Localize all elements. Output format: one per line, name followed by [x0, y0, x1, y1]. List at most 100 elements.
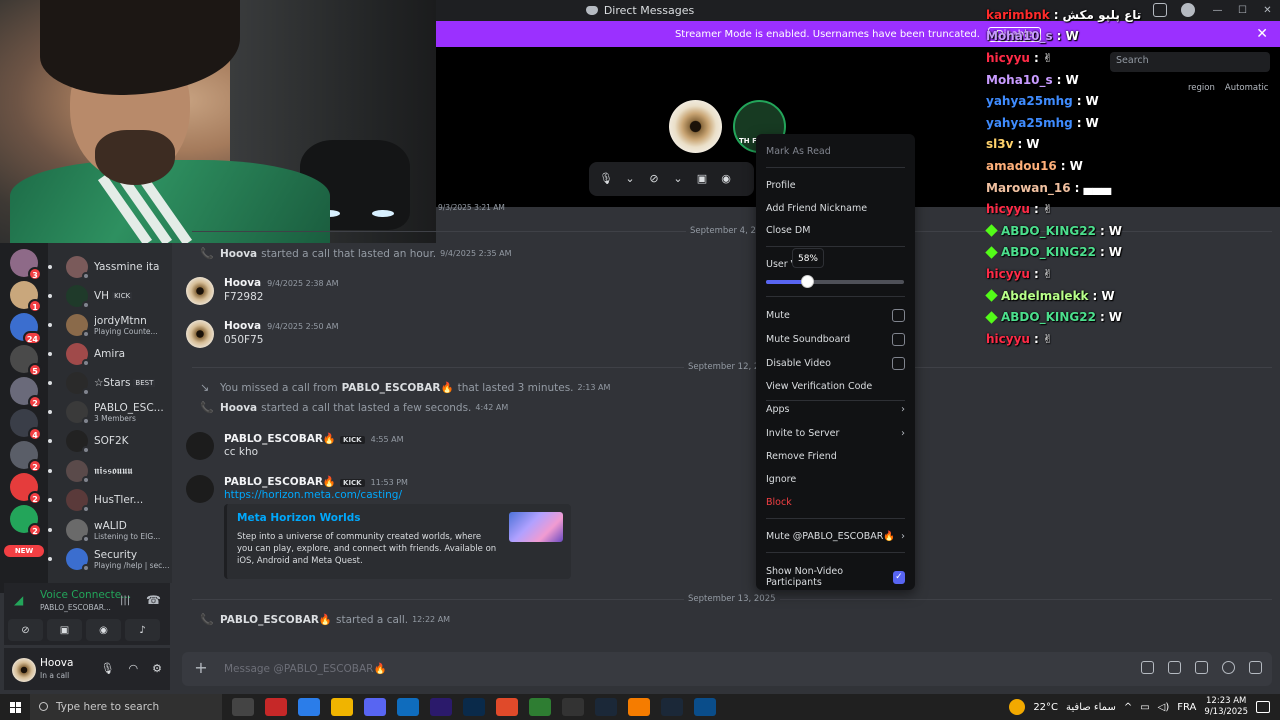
- dm-item[interactable]: 𝖓𝖎𝖘𝖘𝖔𝖚𝖚𝖚: [48, 457, 172, 485]
- taskbar-app-icon[interactable]: [529, 698, 551, 716]
- language-indicator[interactable]: FRA: [1177, 702, 1196, 713]
- message-composer[interactable]: + Message @PABLO_ESCOBAR🔥: [182, 652, 1272, 686]
- taskbar-app-icon[interactable]: [265, 698, 287, 716]
- taskbar-app-icon[interactable]: [595, 698, 617, 716]
- clock[interactable]: 12:23 AM 9/13/2025: [1204, 696, 1248, 718]
- menu-mute-user[interactable]: Mute @PABLO_ESCOBAR🔥 ›: [766, 531, 905, 542]
- menu-mark-as-read[interactable]: Mark As Read: [766, 146, 905, 157]
- menu-invite-to-server[interactable]: Invite to Server ›: [766, 428, 905, 439]
- weather-temp[interactable]: 22°C: [1033, 702, 1058, 713]
- voice-channel-link[interactable]: PABLO_ESCOBAR...: [40, 603, 111, 612]
- avatar[interactable]: [186, 432, 214, 460]
- notifications-icon[interactable]: [1256, 701, 1270, 713]
- dm-item[interactable]: Amira: [48, 340, 172, 368]
- call-avatar-hoova[interactable]: [669, 100, 722, 153]
- microphone-icon[interactable]: 🎙: [599, 172, 613, 186]
- taskbar-app-icon[interactable]: [694, 698, 716, 716]
- settings-gear-icon[interactable]: ⚙: [152, 662, 162, 675]
- embed-thumbnail[interactable]: [509, 512, 563, 542]
- disconnect-icon[interactable]: ☎: [146, 593, 161, 607]
- taskbar-app-icon[interactable]: [298, 698, 320, 716]
- server-new-badge[interactable]: NEW: [4, 545, 44, 557]
- menu-apps[interactable]: Apps ›: [766, 404, 905, 415]
- server-icon[interactable]: 24: [10, 313, 42, 345]
- attach-plus-icon[interactable]: +: [192, 659, 210, 677]
- sticker-icon[interactable]: [1195, 661, 1208, 674]
- menu-remove-friend[interactable]: Remove Friend: [766, 451, 905, 462]
- embed-title[interactable]: Meta Horizon Worlds: [237, 512, 361, 524]
- menu-add-nickname[interactable]: Add Friend Nickname: [766, 203, 905, 214]
- taskbar-app-icon[interactable]: [331, 698, 353, 716]
- camera-off-icon[interactable]: ⊘: [647, 172, 661, 186]
- network-icon[interactable]: ▭: [1140, 702, 1149, 713]
- dm-item[interactable]: jordyMtnn Playing Counte...: [48, 311, 172, 339]
- server-icon[interactable]: 2: [10, 377, 42, 409]
- start-button[interactable]: [0, 694, 30, 720]
- activity-icon[interactable]: ◉: [719, 172, 733, 186]
- chevron-down-icon[interactable]: ⌄: [671, 172, 685, 186]
- menu-verification-code[interactable]: View Verification Code: [766, 381, 905, 392]
- menu-block[interactable]: Block: [766, 497, 905, 508]
- activity-button[interactable]: ◉: [86, 619, 121, 641]
- dm-item[interactable]: VH KICK: [48, 282, 172, 310]
- menu-mute[interactable]: Mute: [766, 309, 905, 322]
- mute-checkbox[interactable]: [892, 309, 905, 322]
- menu-profile[interactable]: Profile: [766, 180, 905, 191]
- dm-item[interactable]: HusTler...: [48, 486, 172, 514]
- dm-item[interactable]: wALID Listening to EIG...: [48, 516, 172, 544]
- sys-author[interactable]: Hoova: [220, 248, 257, 260]
- sys-author[interactable]: PABLO_ESCOBAR🔥: [342, 381, 454, 394]
- noise-icon[interactable]: |||: [120, 595, 130, 606]
- headphones-icon[interactable]: ◠: [129, 662, 139, 675]
- dm-item[interactable]: Security Playing /help | sec...: [48, 545, 172, 573]
- message-author[interactable]: PABLO_ESCOBAR🔥: [224, 433, 336, 445]
- menu-show-non-video[interactable]: Show Non-Video Participants ✓: [766, 566, 905, 588]
- user-volume-slider[interactable]: [766, 275, 904, 288]
- server-icon[interactable]: 3: [10, 249, 42, 281]
- taskbar-app-icon[interactable]: [364, 698, 386, 716]
- soundboard-button[interactable]: ♪: [125, 619, 160, 641]
- volume-icon[interactable]: ◁): [1158, 702, 1170, 713]
- taskbar-app-icon[interactable]: [628, 698, 650, 716]
- server-icon[interactable]: 4: [10, 409, 42, 441]
- taskbar-app-icon[interactable]: [562, 698, 584, 716]
- apps-icon[interactable]: [1249, 661, 1262, 674]
- menu-ignore[interactable]: Ignore: [766, 474, 905, 485]
- disable-video-checkbox[interactable]: [892, 357, 905, 370]
- avatar[interactable]: [186, 475, 214, 503]
- message-author[interactable]: Hoova: [224, 320, 261, 332]
- server-icon[interactable]: 1: [10, 281, 42, 313]
- menu-mute-soundboard[interactable]: Mute Soundboard: [766, 333, 905, 346]
- screen-share-icon[interactable]: ▣: [695, 172, 709, 186]
- server-icon[interactable]: 2: [10, 505, 42, 537]
- avatar[interactable]: [186, 320, 214, 348]
- dm-item[interactable]: SOF2K: [48, 427, 172, 455]
- taskbar-app-icon[interactable]: [397, 698, 419, 716]
- message-link[interactable]: https://horizon.meta.com/casting/: [224, 489, 402, 501]
- sys-author[interactable]: PABLO_ESCOBAR🔥: [220, 613, 332, 626]
- message-author[interactable]: Hoova: [224, 277, 261, 289]
- taskbar-app-icon[interactable]: [430, 698, 452, 716]
- emoji-icon[interactable]: [1222, 661, 1235, 674]
- menu-disable-video[interactable]: Disable Video: [766, 357, 905, 370]
- show-non-video-checkbox[interactable]: ✓: [892, 570, 905, 584]
- taskbar-app-icon[interactable]: [232, 698, 254, 716]
- server-icon[interactable]: 2: [10, 441, 42, 473]
- gift-icon[interactable]: [1141, 661, 1154, 674]
- taskbar-app-icon[interactable]: [496, 698, 518, 716]
- taskbar-search[interactable]: Type here to search: [30, 694, 222, 720]
- sys-author[interactable]: Hoova: [220, 402, 257, 414]
- video-off-button[interactable]: ⊘: [8, 619, 43, 641]
- server-icon[interactable]: 5: [10, 345, 42, 377]
- server-icon[interactable]: 2: [10, 473, 42, 505]
- screen-share-button[interactable]: ▣: [47, 619, 82, 641]
- tray-chevron-icon[interactable]: ^: [1124, 702, 1132, 713]
- chevron-down-icon[interactable]: ⌄: [623, 172, 637, 186]
- dm-item[interactable]: ☆Stars BEST: [48, 369, 172, 397]
- gif-icon[interactable]: [1168, 661, 1181, 674]
- dm-item[interactable]: PABLO_ESC... 3 Members: [48, 398, 172, 426]
- avatar[interactable]: [12, 658, 36, 682]
- avatar[interactable]: [186, 277, 214, 305]
- menu-close-dm[interactable]: Close DM: [766, 225, 905, 236]
- message-author[interactable]: PABLO_ESCOBAR🔥: [224, 476, 336, 488]
